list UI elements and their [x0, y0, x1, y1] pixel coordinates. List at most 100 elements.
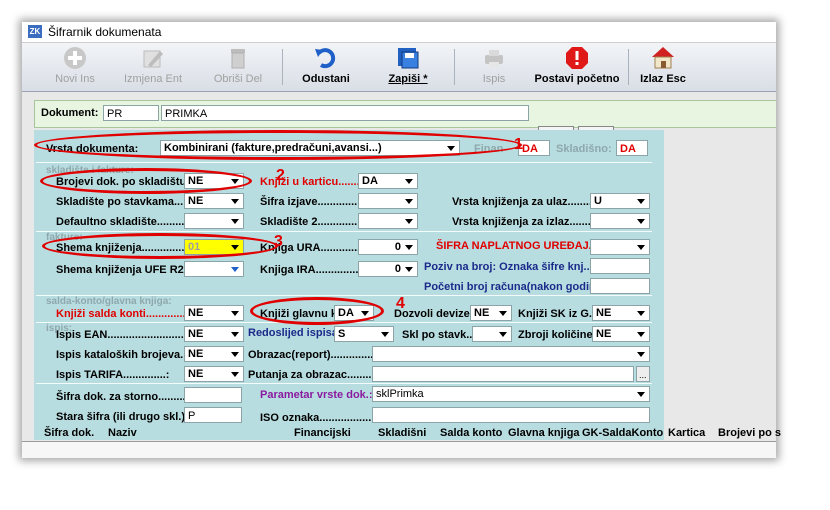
home-exit-icon — [652, 47, 674, 69]
poziv-field[interactable] — [590, 258, 650, 274]
shema-select[interactable]: 01 — [184, 239, 244, 255]
katalog-select[interactable]: NE — [184, 346, 244, 362]
knjiga-ura-select[interactable]: 0 — [358, 239, 418, 255]
undo-icon — [315, 48, 336, 69]
sklad-label: Skladišno: — [556, 143, 612, 155]
toolbar-separator — [628, 49, 629, 85]
fin-label: Finan — [474, 143, 504, 155]
title-bar: ZK Šifrarnik dokumenata — [22, 22, 776, 43]
chevron-down-icon — [637, 392, 645, 397]
chevron-down-icon — [447, 146, 455, 151]
chevron-down-icon — [231, 245, 239, 250]
delete-button[interactable]: Obriši Del — [210, 45, 266, 89]
shema-label: Shema knjiženja...............: — [56, 242, 192, 254]
save-button[interactable]: Zapiši * — [378, 45, 438, 89]
toolbar: Novi Ins Izmjena Ent Obriši Del Odustani… — [22, 43, 776, 92]
column-header[interactable]: Skladišni — [378, 427, 426, 439]
sklad-field[interactable]: DA — [616, 140, 648, 156]
skl-stavk-label: Skl po stavk...: — [402, 329, 480, 341]
chevron-down-icon — [405, 245, 413, 250]
default-sklad-select[interactable] — [184, 213, 244, 229]
chevron-down-icon — [231, 332, 239, 337]
new-button[interactable]: Novi Ins — [50, 45, 100, 89]
browse-button[interactable]: ... — [636, 366, 650, 382]
knjizi-gk-label: Knjiži glavnu k.: — [260, 308, 344, 320]
knjizi-gk-select[interactable]: DA — [334, 305, 374, 321]
chevron-down-icon — [231, 311, 239, 316]
knjizi-salda-select[interactable]: NE — [184, 305, 244, 321]
column-header[interactable]: Salda konto — [440, 427, 502, 439]
chevron-down-icon — [499, 311, 507, 316]
section-divider — [36, 231, 652, 232]
annotation-number-1: 1 — [514, 136, 523, 153]
skl-stavk-select[interactable] — [472, 326, 512, 342]
print-button[interactable]: Ispis — [472, 45, 516, 89]
stara-sifra-field[interactable]: P — [184, 407, 242, 423]
reset-button[interactable]: Postavi početno — [532, 45, 622, 89]
sklad-stavkama-label: Skladište po stavkama...: — [56, 196, 187, 208]
brojevi-select[interactable]: NE — [184, 173, 244, 189]
chevron-down-icon — [381, 332, 389, 337]
column-header[interactable]: Naziv — [108, 427, 137, 439]
edit-button[interactable]: Izmjena Ent — [122, 45, 184, 89]
putanja-field[interactable] — [372, 366, 634, 382]
column-header[interactable]: Brojevi po s — [718, 427, 781, 439]
pocetni-field[interactable] — [590, 278, 650, 294]
document-label: Dokument: — [41, 107, 99, 119]
toolbar-separator — [454, 49, 455, 85]
chevron-down-icon — [637, 199, 645, 204]
obrazac-select[interactable] — [372, 346, 650, 362]
grid-header — [22, 441, 776, 458]
knjiga-ira-select[interactable]: 0 — [358, 261, 418, 277]
ean-select[interactable]: NE — [184, 326, 244, 342]
chevron-down-icon — [637, 332, 645, 337]
sklad-stavkama-select[interactable]: NE — [184, 193, 244, 209]
redoslijed-select[interactable]: S — [334, 326, 394, 342]
sklad2-select[interactable] — [358, 213, 418, 229]
vrsta-ulaz-select[interactable]: U — [590, 193, 650, 209]
shema-ufe-label: Shema knjiženja UFE R2....: — [56, 264, 200, 276]
knjizi-sk-select[interactable]: NE — [592, 305, 650, 321]
column-header[interactable]: Šifra dok. — [44, 427, 94, 439]
dozvoli-label: Dozvoli devize: — [394, 308, 474, 320]
column-header[interactable]: Financijski — [294, 427, 351, 439]
chevron-down-icon — [361, 311, 369, 316]
parametar-select[interactable]: sklPrimka — [372, 386, 650, 402]
pocetni-label: Početni broj računa(nakon godine): — [424, 281, 610, 293]
sifra-naplatnog-select[interactable] — [590, 239, 650, 255]
chevron-down-icon — [405, 199, 413, 204]
chevron-down-icon — [637, 311, 645, 316]
save-icon — [398, 48, 419, 69]
zbroji-select[interactable]: NE — [592, 326, 650, 342]
column-header[interactable]: Glavna knjiga — [508, 427, 580, 439]
zbroji-label: Zbroji količine..: — [518, 329, 603, 341]
cancel-button[interactable]: Odustani — [296, 45, 356, 89]
section-divider — [36, 322, 652, 323]
vrsta-izlaz-label: Vrsta knjiženja za izlaz..........: — [452, 216, 604, 228]
app-icon: ZK — [28, 25, 42, 38]
column-header[interactable]: Kartica — [668, 427, 705, 439]
vrsta-izlaz-select[interactable] — [590, 213, 650, 229]
column-header[interactable]: GK-SaldaKonto — [582, 427, 663, 439]
sifra-izjave-select[interactable] — [358, 193, 418, 209]
knjizi-kartica-select[interactable]: DA — [358, 173, 418, 189]
chevron-down-icon — [231, 219, 239, 224]
chevron-down-icon — [637, 245, 645, 250]
section-divider — [36, 162, 652, 163]
exit-button[interactable]: Izlaz Esc — [636, 45, 690, 89]
document-code-field[interactable]: PR — [103, 105, 159, 121]
shema-ufe-select[interactable] — [184, 261, 244, 277]
toolbar-separator — [282, 49, 283, 85]
document-name-field[interactable]: PRIMKA — [161, 105, 529, 121]
vrsta-label: Vrsta dokumenta: — [46, 143, 139, 155]
redoslijed-label: Redoslijed ispisa..: — [248, 327, 348, 339]
brojevi-label: Brojevi dok. po skladištu.: — [56, 176, 193, 188]
ean-label: Ispis EAN.............................: — [56, 329, 200, 341]
dozvoli-select[interactable]: NE — [470, 305, 512, 321]
chevron-down-icon — [231, 199, 239, 204]
tarifa-select[interactable]: NE — [184, 366, 244, 382]
katalog-label: Ispis kataloških brojeva.: — [56, 349, 187, 361]
vrsta-dokumenta-select[interactable]: Kombinirani (fakture,predračuni,avansi..… — [160, 140, 460, 156]
iso-field[interactable] — [372, 407, 650, 423]
sifra-storno-field[interactable] — [184, 387, 242, 403]
